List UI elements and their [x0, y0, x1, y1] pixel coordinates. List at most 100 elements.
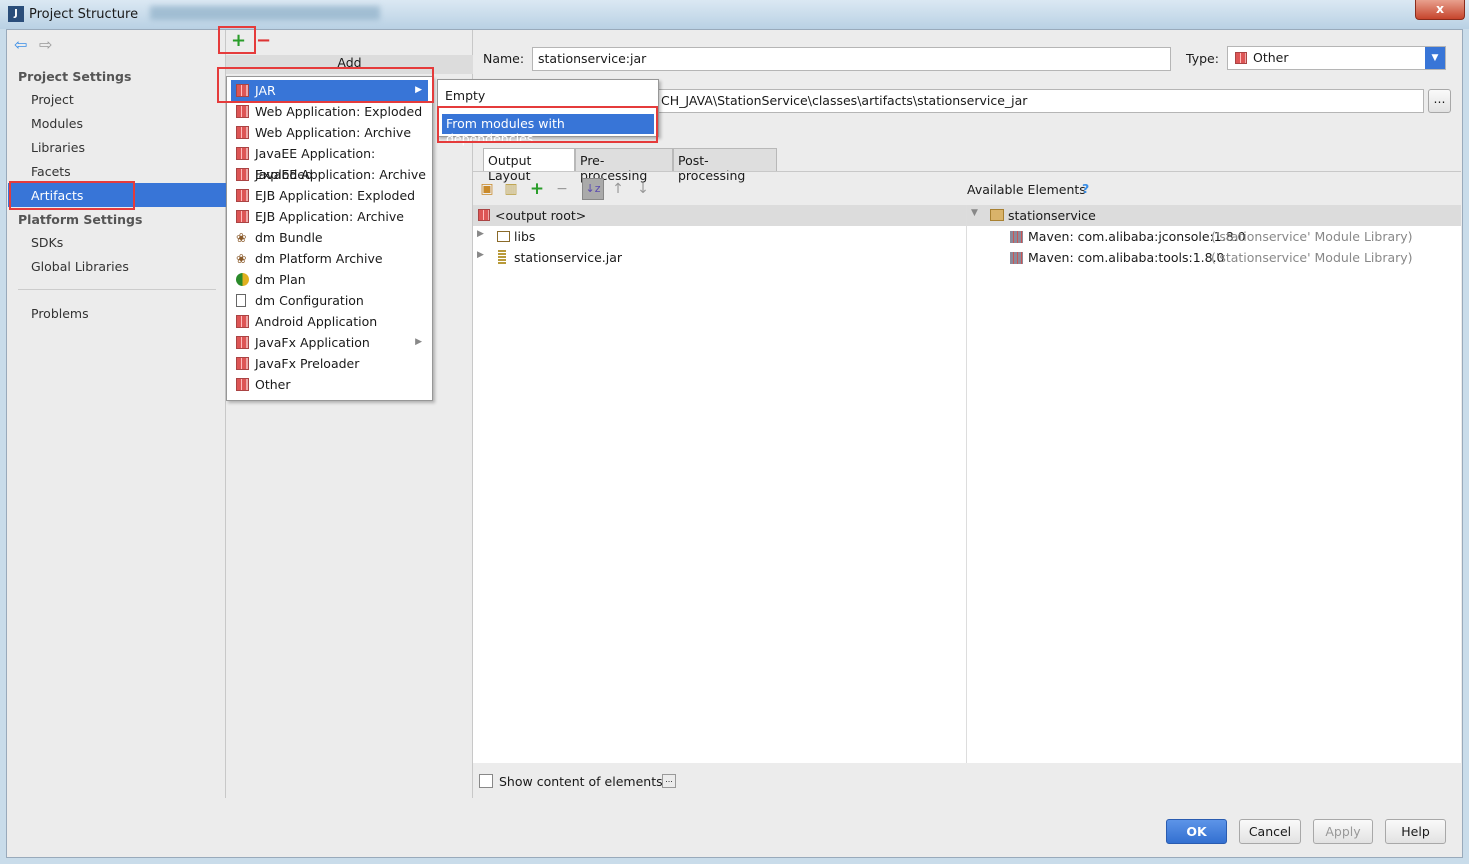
menu-item-web-exploded[interactable]: Web Application: Exploded	[231, 101, 428, 122]
remove-icon[interactable]: −	[554, 181, 570, 197]
tab-output-layout[interactable]: Output Layout	[483, 148, 575, 183]
menu-item-dm-bundle[interactable]: ❀ dm Bundle	[231, 227, 428, 248]
javaee-icon	[236, 168, 249, 181]
cancel-button[interactable]: Cancel	[1239, 819, 1301, 844]
tree-row-output-root[interactable]: <output root>	[473, 205, 966, 226]
help-icon[interactable]: ?	[1082, 181, 1089, 196]
tree-label: Maven: com.alibaba:tools:1.8.0	[1028, 250, 1225, 265]
menu-item-label: dm Platform Archive	[255, 251, 383, 266]
type-label: Type:	[1186, 51, 1219, 66]
help-button[interactable]: Help	[1385, 819, 1446, 844]
tree-row-stationservice-jar[interactable]: ▶ stationservice.jar	[473, 247, 966, 268]
bundle-icon: ❀	[236, 230, 247, 245]
module-icon	[990, 209, 1004, 221]
name-input[interactable]: stationservice:jar	[532, 47, 1171, 71]
web-icon	[236, 105, 249, 118]
sidebar-item-sdks[interactable]: SDKs	[31, 235, 63, 250]
archive-icon[interactable]: ▥	[503, 181, 519, 197]
apply-button[interactable]: Apply	[1313, 819, 1373, 844]
menu-item-label: Android Application	[255, 314, 378, 329]
sidebar-item-global-libraries[interactable]: Global Libraries	[31, 259, 129, 274]
menu-item-label: JavaFx Application	[255, 335, 370, 350]
tree-note: ('stationservice' Module Library)	[1211, 229, 1413, 244]
ejb-icon	[236, 210, 249, 223]
new-directory-icon[interactable]: ▣	[479, 181, 495, 197]
tree-label: stationservice.jar	[514, 250, 623, 265]
submenu-item-empty[interactable]: Empty	[445, 88, 485, 103]
menu-item-other[interactable]: Other	[231, 374, 428, 395]
tree-label: libs	[514, 229, 536, 244]
highlight-box	[437, 106, 658, 143]
other-artifact-icon	[1235, 52, 1247, 64]
menu-item-javafx-application[interactable]: JavaFx Application ▶	[231, 332, 428, 353]
show-content-checkbox[interactable]	[479, 774, 493, 788]
output-directory-input[interactable]: CH_JAVA\StationService\classes\artifacts…	[655, 89, 1424, 113]
project-settings-heading: Project Settings	[18, 69, 132, 84]
menu-item-android-application[interactable]: Android Application	[231, 311, 428, 332]
chevron-down-icon[interactable]: ▼	[1425, 47, 1445, 69]
tab-post-processing[interactable]: Post-processing	[673, 148, 777, 183]
back-icon[interactable]: ⇦	[14, 35, 27, 54]
menu-item-javafx-preloader[interactable]: JavaFx Preloader	[231, 353, 428, 374]
menu-item-web-archive[interactable]: Web Application: Archive	[231, 122, 428, 143]
remove-artifact-button[interactable]: −	[256, 30, 271, 51]
move-up-icon[interactable]: ↑	[610, 181, 626, 197]
menu-item-ejb-archive[interactable]: EJB Application: Archive	[231, 206, 428, 227]
document-icon	[236, 294, 246, 307]
tree-row-stationservice[interactable]: ▼ stationservice	[967, 205, 1461, 226]
ejb-icon	[236, 189, 249, 202]
menu-item-dm-platform-archive[interactable]: ❀ dm Platform Archive	[231, 248, 428, 269]
tree-label: <output root>	[495, 208, 587, 223]
web-icon	[236, 126, 249, 139]
platform-settings-heading: Platform Settings	[18, 212, 143, 227]
menu-item-label: EJB Application: Exploded	[255, 188, 416, 203]
forward-icon[interactable]: ⇨	[39, 35, 52, 54]
add-icon[interactable]: +	[529, 181, 545, 198]
sidebar-item-facets[interactable]: Facets	[31, 164, 71, 179]
menu-item-label: dm Bundle	[255, 230, 323, 245]
sort-icon[interactable]: ↓z	[582, 178, 604, 200]
browse-button[interactable]: ...	[1428, 89, 1451, 113]
available-elements-label: Available Elements	[967, 182, 1086, 197]
menu-item-javaee-archive[interactable]: JavaEE Application: Archive	[231, 164, 428, 185]
sidebar-item-modules[interactable]: Modules	[31, 116, 83, 131]
menu-item-label: Other	[255, 377, 291, 392]
sidebar-item-problems[interactable]: Problems	[31, 306, 89, 321]
show-content-label: Show content of elements	[499, 774, 663, 789]
menu-item-javaee-exploded[interactable]: JavaEE Application: Exploded	[231, 143, 428, 182]
tree-row-library[interactable]: Maven: com.alibaba:tools:1.8.0 ('station…	[967, 247, 1461, 268]
menu-item-label: Web Application: Exploded	[255, 104, 423, 119]
move-down-icon[interactable]: ↓	[635, 181, 651, 197]
expand-arrow-icon[interactable]: ▶	[477, 229, 484, 239]
collapse-arrow-icon[interactable]: ▼	[971, 208, 978, 218]
name-label: Name:	[483, 51, 525, 66]
javaee-icon	[236, 147, 249, 160]
type-value: Other	[1253, 50, 1289, 65]
sidebar-item-project[interactable]: Project	[31, 92, 74, 107]
intellij-app-icon: J	[8, 6, 24, 22]
highlight-box	[9, 181, 135, 210]
menu-item-dm-plan[interactable]: dm Plan	[231, 269, 428, 290]
highlight-box	[218, 26, 256, 54]
close-button[interactable]: x	[1415, 0, 1465, 20]
tree-row-libs[interactable]: ▶ libs	[473, 226, 966, 247]
menu-item-label: dm Configuration	[255, 293, 364, 308]
menu-item-dm-configuration[interactable]: dm Configuration	[231, 290, 428, 311]
type-select[interactable]: Other ▼	[1227, 46, 1446, 70]
show-content-options-button[interactable]: ...	[662, 774, 676, 788]
sidebar-item-libraries[interactable]: Libraries	[31, 140, 85, 155]
jar-icon	[478, 209, 490, 221]
other-icon	[236, 378, 249, 391]
tree-row-library[interactable]: Maven: com.alibaba:jconsole:1.8.0 ('stat…	[967, 226, 1461, 247]
ok-button[interactable]: OK	[1166, 819, 1227, 844]
tree-label: stationservice	[1008, 208, 1096, 223]
tab-pre-processing[interactable]: Pre-processing	[575, 148, 673, 183]
output-layout-tree: <output root> ▶ libs ▶ stationservice.ja…	[473, 205, 967, 763]
library-icon	[1010, 231, 1023, 243]
expand-arrow-icon[interactable]: ▶	[477, 250, 484, 260]
bundle-icon: ❀	[236, 251, 247, 266]
android-icon	[236, 315, 249, 328]
plan-icon	[236, 273, 249, 286]
menu-item-ejb-exploded[interactable]: EJB Application: Exploded	[231, 185, 428, 206]
menu-item-label: JavaEE Application: Archive	[255, 167, 426, 182]
